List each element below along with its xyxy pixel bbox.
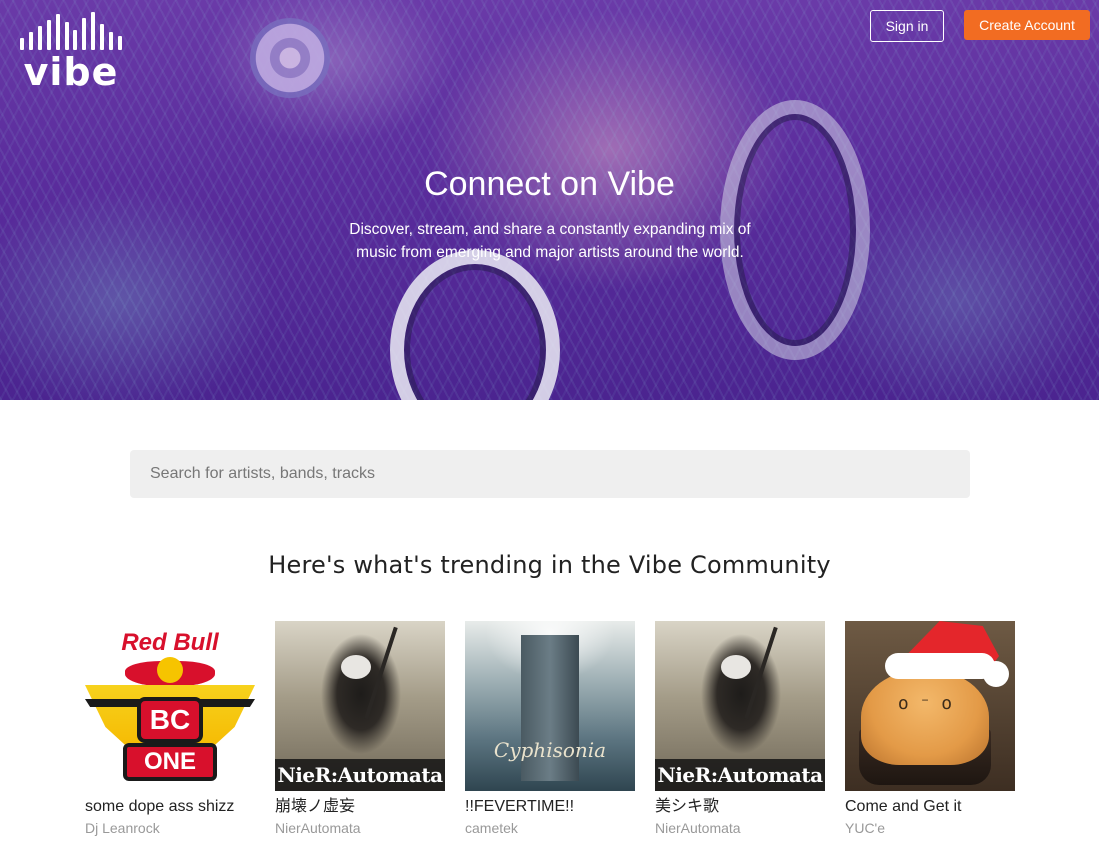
track-title[interactable]: Come and Get it [845,797,1015,817]
search-input[interactable] [130,450,970,498]
vibe-logo-icon[interactable]: vibe [20,12,122,94]
track-title[interactable]: 崩壊ノ虚妄 [275,797,445,817]
cover-text: ONE [123,743,217,781]
track-artist[interactable]: NierAutomata [275,819,445,837]
cover-text: BC [137,697,203,743]
track-title[interactable]: 美シキ歌 [655,797,825,817]
android-figure [313,631,409,771]
cover-text: o ⁻ o [897,693,953,714]
hero-bracelet-decoration [250,18,330,98]
create-account-button[interactable]: Create Account [964,10,1090,40]
track-artist[interactable]: YUC'e [845,819,1015,837]
track-cover-image[interactable]: Cyphisonia [465,621,635,791]
cake-graphic [861,669,989,765]
track-artist[interactable]: NierAutomata [655,819,825,837]
track-cover-image[interactable]: o ⁻ o [845,621,1015,791]
hero-banner: vibe Sign in Create Account Connect on V… [0,0,1099,400]
track-card[interactable]: NieR:Automata 崩壊ノ虚妄 NierAutomata [275,621,445,837]
figure-hair [341,655,371,679]
cover-text: NieR:Automata [277,763,443,787]
track-card[interactable]: Cyphisonia !!FEVERTIME!! cametek [465,621,635,837]
logo-equalizer-bars [20,12,122,50]
sun-graphic [157,657,183,683]
track-cover-image[interactable]: Red Bull BC ONE [85,621,255,791]
cover-text: Cyphisonia [493,738,607,762]
santa-hat-pompom [983,661,1009,687]
track-artist[interactable]: Dj Leanrock [85,819,255,837]
track-title[interactable]: !!FEVERTIME!! [465,797,635,817]
track-artist[interactable]: cametek [465,819,635,837]
android-figure [693,631,789,771]
hero-subtitle: Discover, stream, and share a constantly… [349,221,751,261]
hero-title: Connect on Vibe [424,165,675,203]
cover-text: Red Bull [121,629,219,656]
track-card[interactable]: NieR:Automata 美シキ歌 NierAutomata [655,621,825,837]
track-cover-image[interactable]: NieR:Automata [275,621,445,791]
logo-text: vibe [23,50,119,94]
track-card[interactable]: Red Bull BC ONE some dope ass shizz Dj L… [85,621,255,837]
track-card[interactable]: o ⁻ o Come and Get it YUC'e [845,621,1015,837]
sign-in-button[interactable]: Sign in [870,10,944,42]
track-cover-image[interactable]: NieR:Automata [655,621,825,791]
cover-text: NieR:Automata [657,763,823,787]
track-title[interactable]: some dope ass shizz [85,797,255,817]
figure-hair [721,655,751,679]
santa-hat-trim [885,653,995,679]
trending-heading: Here's what's trending in the Vibe Commu… [268,551,831,579]
